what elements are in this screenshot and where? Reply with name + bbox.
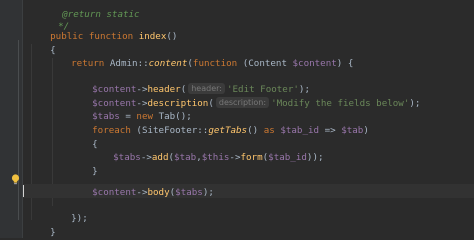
punctuation: ( [208,98,214,109]
punctuation: () [166,31,178,42]
code-line[interactable]: $tabs->add($tab,$this->form($tab_id)); [91,137,323,163]
class-name: Admin [109,58,138,69]
keyword: foreach [92,125,131,136]
code-line[interactable]: $tabs = new Tab(); [70,96,192,122]
keyword: function [192,58,238,69]
variable: $tabs [113,152,141,163]
code-line[interactable]: $content->header(header: 'Edit Footer'); [70,69,310,95]
code-line[interactable]: } [28,212,56,238]
punctuation: ) { [336,58,354,69]
punctuation: :: [137,58,149,69]
punctuation: -> [140,152,152,163]
variable: $content [292,58,337,69]
parameter-hint: description: [215,97,270,108]
variable: $tabs [175,187,203,198]
code-editor[interactable]: @return static */ public function index(… [0,0,474,238]
intention-bulb-icon[interactable] [11,174,20,185]
punctuation: ); [202,187,214,198]
punctuation: -> [229,152,241,163]
punctuation: -> [136,187,148,198]
code-line[interactable]: $content->body($tabs); [70,172,214,198]
parameter-type: (Content [237,58,293,69]
text-caret [23,185,24,197]
brace: } [50,227,56,238]
punctuation: ); [409,98,421,109]
variable: $tab [341,125,364,136]
operator: => [319,125,342,136]
code-line[interactable]: }); [49,198,88,224]
method-name: getTabs [208,125,248,136]
fold-guide [18,40,19,220]
variable: $content [92,187,137,198]
method-name: add [151,152,169,163]
punctuation: ) [363,125,369,136]
variable: $tab_id [280,125,320,136]
code-line[interactable]: { [70,124,98,150]
code-line[interactable]: { [28,30,56,56]
code-line[interactable]: } [70,151,98,177]
punctuation: () [247,125,264,136]
keyword: return [71,58,105,69]
string-literal: 'Modify the fields below' [271,98,410,109]
keyword: function [88,31,134,42]
variable: $this [201,152,230,163]
class-name: (SiteFooter [130,125,198,136]
punctuation: }); [71,213,88,224]
variable: $tab [174,152,197,163]
code-line[interactable]: public function index() [28,16,177,42]
editor-gutter[interactable] [0,0,23,238]
code-line[interactable]: foreach (SiteFooter::getTabs() as $tab_i… [70,110,369,136]
method-name: body [147,187,170,198]
punctuation: :: [197,125,209,136]
variable: $tab_id [268,152,307,163]
method-name: content [148,58,188,69]
code-line[interactable]: $content->description(description: 'Modif… [70,83,420,109]
function-name: index [138,31,167,42]
keyword: as [263,125,275,136]
code-line[interactable]: return Admin::content(function (Content … [49,43,353,69]
punctuation: )); [306,152,324,163]
method-name: form [240,152,263,163]
